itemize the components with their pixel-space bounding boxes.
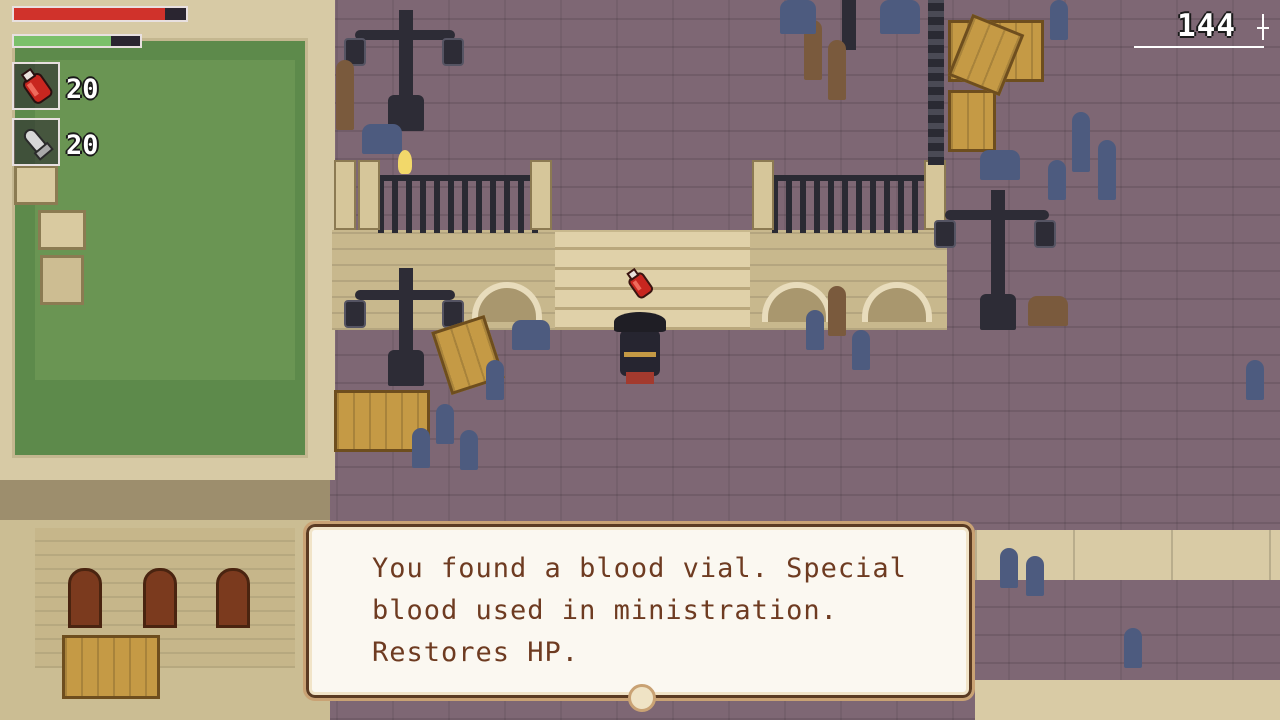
- fence-pillar: [752, 160, 774, 230]
- lamp-base: [388, 350, 424, 386]
- withered-shrub: [486, 360, 504, 400]
- street-lamp: [991, 190, 1005, 300]
- withered-shrub: [1072, 112, 1090, 172]
- blood-echoes-counter: 144: [1177, 8, 1236, 44]
- window: [68, 568, 102, 628]
- iron-fence: [378, 175, 538, 233]
- iron-fence: [772, 175, 924, 233]
- window: [143, 568, 177, 628]
- fence-pillar: [334, 160, 356, 230]
- stone-walkway: [975, 530, 1280, 580]
- wooden-crate: [62, 635, 160, 699]
- withered-shrub: [412, 428, 430, 468]
- dialog-line: You found a blood vial. Special: [372, 553, 907, 584]
- blood-vial-icon: [20, 67, 53, 104]
- fence-pillar: [530, 160, 552, 230]
- dead-shrub: [1028, 296, 1068, 326]
- stamina-bar-fill: [14, 36, 111, 46]
- street-lamp-arm: [355, 290, 455, 300]
- lamp-base: [980, 294, 1016, 330]
- torch-flame: [398, 150, 412, 174]
- dead-tree: [336, 60, 354, 130]
- iron-gate-bars: [928, 0, 944, 165]
- dialog-line: blood used in ministration.: [372, 595, 838, 626]
- dialog-line: Restores HP.: [372, 637, 580, 668]
- stone-pedestal: [38, 210, 86, 250]
- withered-shrub: [436, 404, 454, 444]
- wooden-crate: [948, 90, 996, 152]
- withered-shrub: [460, 430, 478, 470]
- withered-shrub: [1124, 628, 1142, 668]
- fence-pillar: [358, 160, 380, 230]
- inventory-slot-quicksilver-bullet[interactable]: [12, 118, 60, 166]
- blood-vial-count: 20: [66, 74, 99, 105]
- lantern: [442, 38, 464, 66]
- blood-echo-icon: [1257, 14, 1269, 40]
- stone-walkway: [975, 680, 1280, 720]
- blood-vial-pickup-icon: [626, 267, 654, 299]
- withered-shrub: [806, 310, 824, 350]
- building-cornice: [0, 480, 330, 520]
- withered-shrub: [980, 150, 1020, 180]
- dead-tree: [828, 40, 846, 100]
- dead-tree: [828, 286, 846, 336]
- withered-shrub: [1050, 0, 1068, 40]
- withered-shrub: [512, 320, 550, 350]
- withered-shrub: [1000, 548, 1018, 588]
- quicksilver-bullet-icon: [23, 128, 54, 161]
- street-lamp-arm: [355, 30, 455, 40]
- withered-shrub: [780, 0, 816, 34]
- player-belt: [624, 352, 656, 357]
- withered-shrub: [852, 330, 870, 370]
- dialog-continue-indicator[interactable]: [628, 684, 656, 712]
- blood-echoes-underline: [1134, 46, 1264, 48]
- inventory-slot-blood-vial[interactable]: [12, 62, 60, 110]
- stone-pedestal: [14, 165, 58, 205]
- withered-shrub: [1048, 160, 1066, 200]
- withered-shrub: [1098, 140, 1116, 200]
- withered-shrub: [362, 124, 402, 154]
- player-boots: [626, 372, 654, 384]
- health-bar-fill: [14, 8, 165, 20]
- player-tricorn-hat: [614, 312, 666, 332]
- street-lamp-arm: [945, 210, 1049, 220]
- quicksilver-bullet-count: 20: [66, 130, 99, 161]
- window: [216, 568, 250, 628]
- withered-shrub: [880, 0, 920, 34]
- dialog-message: You found a blood vial. Special blood us…: [372, 548, 932, 674]
- stone-pedestal: [40, 255, 84, 305]
- lantern: [934, 220, 956, 248]
- lantern: [344, 300, 366, 328]
- withered-shrub: [1026, 556, 1044, 596]
- withered-shrub: [1246, 360, 1264, 400]
- lantern: [1034, 220, 1056, 248]
